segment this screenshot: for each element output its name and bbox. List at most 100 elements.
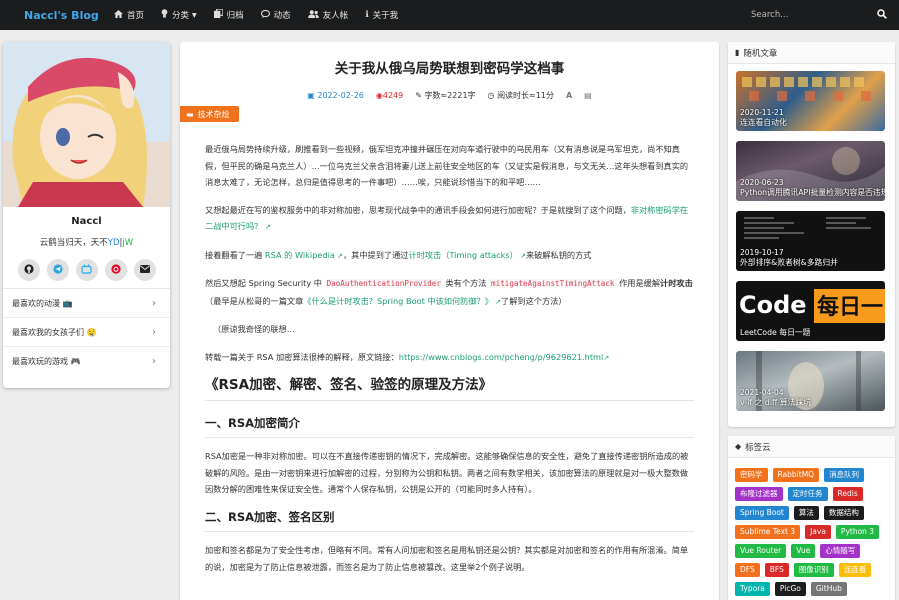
reading-mode-icon[interactable]: ▤ xyxy=(584,91,592,100)
favorite-games-label: 最喜欢玩的游戏 🎮 xyxy=(12,357,81,366)
chevron-down-icon: ▼ xyxy=(192,11,197,19)
font-size-icon[interactable]: A xyxy=(566,91,572,100)
nav-about[interactable]: ℹ 关于我 xyxy=(365,9,398,21)
inline-code: DaoAuthenticationProvider xyxy=(324,279,443,288)
nav-friends-label: 友人帐 xyxy=(322,11,349,21)
wikipedia-link[interactable]: RSA 的 Wikipedia xyxy=(265,250,335,260)
tag-item[interactable]: BFS xyxy=(764,563,789,577)
nav-home[interactable]: 首页 xyxy=(114,9,144,21)
tag-item[interactable]: RabbitMQ xyxy=(772,468,820,482)
tag-item[interactable]: Vue Router xyxy=(735,544,787,558)
bilibili-button[interactable] xyxy=(75,259,98,281)
motto-jw: jW xyxy=(122,238,134,248)
random-articles-panel: ▮ 随机文章 2020-11-21 连连看自动化 2020-06-23 Pytho… xyxy=(728,42,895,427)
tag-item[interactable]: DFS xyxy=(735,563,760,577)
eye-icon: ◉ xyxy=(375,91,383,100)
article-title: 关于我从俄乌局势联想到密码学这档事 xyxy=(334,61,565,77)
tag-list: 密码学 RabbitMQ 消息队列布隆过滤器 定时任务 Redis Spring Boot… xyxy=(728,458,895,600)
favorite-girls-link[interactable]: 最喜欢我的女孩子们 🤤 › xyxy=(3,318,170,347)
favorite-anime-link[interactable]: 最喜欢的动漫 📺 › xyxy=(3,289,170,318)
telegram-button[interactable] xyxy=(46,259,69,281)
tag-item[interactable]: 数据结构 xyxy=(823,506,864,520)
paragraph: （原谅我奇怪的联想… xyxy=(213,324,295,334)
card-title: v-if 之 diff 算法踩坑 xyxy=(740,398,812,407)
panel-title: 随机文章 xyxy=(743,48,778,59)
tag-item[interactable]: Python 3 xyxy=(835,525,880,539)
card-date: 2019-10-17 xyxy=(740,248,784,257)
source-link[interactable]: https://www.cnblogs.com/pcheng/p/9629621… xyxy=(399,352,604,362)
article-link[interactable]: 《什么是计时攻击？Spring Boot 中该如何防御？》 xyxy=(303,296,493,306)
tag-cloud-panel: ◆ 标签云 密码学 RabbitMQ 消息队列布隆过滤器 定时任务 Redis Spring… xyxy=(728,436,895,600)
github-button[interactable] xyxy=(17,259,40,281)
timing-attack-link[interactable]: 计时攻击（Timing attacks） xyxy=(409,250,518,260)
tag-item[interactable]: 消息队列 xyxy=(824,468,865,482)
card-title: 外部排序&败者树&多路归并 xyxy=(740,258,838,267)
clone-icon xyxy=(213,8,224,21)
nav-friends[interactable]: 友人帐 xyxy=(307,9,349,21)
external-link-icon: ↗ xyxy=(264,223,271,231)
article-words: ✎ 字数≈2221字 xyxy=(415,91,476,100)
category-ribbon[interactable]: ▬ 技术杂烩 xyxy=(180,106,239,122)
home-icon xyxy=(114,9,123,21)
tag-item[interactable]: 图像识别 xyxy=(793,563,834,577)
tag-item[interactable]: Redis xyxy=(832,487,863,501)
github-icon xyxy=(23,263,34,277)
nav-moments[interactable]: 动态 xyxy=(260,9,291,21)
tag-item[interactable]: 心情随写 xyxy=(820,544,861,558)
clock-icon: ◷ xyxy=(487,91,495,100)
search-input[interactable] xyxy=(751,10,861,20)
card-date: 2020-11-21 xyxy=(740,108,784,117)
nav-about-label: 关于我 xyxy=(372,11,399,21)
nav-archive[interactable]: 归档 xyxy=(213,8,244,21)
paragraph: 加密和签名都是为了安全性考虑，但略有不同。常有人问加密和签名是用私钥还是公钥？其… xyxy=(205,545,689,572)
article-date: ▣ 2022-02-26 xyxy=(307,91,364,100)
article-views: ◉4249 xyxy=(375,91,404,100)
external-link-icon: ↗ xyxy=(517,251,526,260)
bilibili-icon xyxy=(81,263,92,277)
favorite-games-link[interactable]: 最喜欢玩的游戏 🎮 › xyxy=(3,347,170,376)
card-title: LeetCode 每日一题 xyxy=(740,328,811,337)
chevron-right-icon: › xyxy=(152,297,156,309)
random-article-card[interactable]: 2020-06-23 Python调用腾讯API批量检测内容是否违规 xyxy=(736,141,885,201)
telegram-icon xyxy=(52,263,63,277)
external-link-icon: ↗ xyxy=(603,353,610,362)
tag-item[interactable]: Java xyxy=(805,525,831,539)
tag-item[interactable]: 连连看 xyxy=(838,563,872,577)
random-article-card[interactable]: 2021-04-04 v-if 之 diff 算法踩坑 xyxy=(736,351,885,411)
tag-item[interactable]: Spring Boot xyxy=(735,506,789,520)
tag-item[interactable]: 布隆过滤器 xyxy=(735,487,783,501)
bookmark-icon: ▮ xyxy=(735,48,740,57)
search-box xyxy=(751,5,887,25)
random-article-card[interactable]: Code 每日一 LeetCode 每日一题 xyxy=(736,281,885,341)
netease-music-button[interactable] xyxy=(104,259,127,281)
profile-card: Naccl 云鹤当归天，天不YD|jW 最喜欢的动漫 📺 › 最喜欢我的女孩子们… xyxy=(3,42,170,388)
random-article-card[interactable]: 2020-11-21 连连看自动化 xyxy=(736,71,885,131)
chevron-right-icon: › xyxy=(152,356,156,367)
random-article-card[interactable]: 2019-10-17 外部排序&败者树&多路归并 xyxy=(736,211,885,271)
nav-moments-label: 动态 xyxy=(273,11,291,21)
tag-item[interactable]: 定时任务 xyxy=(787,487,828,501)
tag-item[interactable]: GitHub xyxy=(810,582,847,596)
nav-archive-label: 归档 xyxy=(226,11,244,21)
folder-icon: ▬ xyxy=(186,109,194,119)
tag-item[interactable]: Vue xyxy=(791,544,816,558)
email-button[interactable] xyxy=(133,259,156,281)
section-heading: 二、RSA加密、签名区别 xyxy=(205,509,694,532)
social-links xyxy=(3,259,170,281)
leetcode-banner-daily: 每日一 xyxy=(814,289,885,323)
tag-item[interactable]: 密码学 xyxy=(735,468,768,482)
article-body: 最近俄乌局势持续升级，刷推看到一些视频，俄军坦克冲撞并碾压在对向车道行驶中的乌民… xyxy=(180,141,719,575)
search-icon[interactable] xyxy=(877,8,887,22)
tag-item[interactable]: 算法 xyxy=(793,506,819,520)
category-label: 技术杂烩 xyxy=(197,109,230,119)
site-brand[interactable]: Naccl's Blog xyxy=(24,9,114,22)
nav-category[interactable]: 分类 ▼ xyxy=(161,9,197,21)
lightbulb-icon xyxy=(161,9,168,21)
panel-header: ◆ 标签云 xyxy=(728,436,895,458)
users-icon xyxy=(307,9,319,21)
tag-item[interactable]: PicGo xyxy=(774,582,806,596)
tag-item[interactable]: Sublime Text 3 xyxy=(735,525,801,539)
paragraph: 然后又想起 Spring Security 中 DaoAuthenticatio… xyxy=(205,278,693,306)
tag-item[interactable]: Typora xyxy=(735,582,770,596)
external-link-icon: ↗ xyxy=(492,297,502,306)
